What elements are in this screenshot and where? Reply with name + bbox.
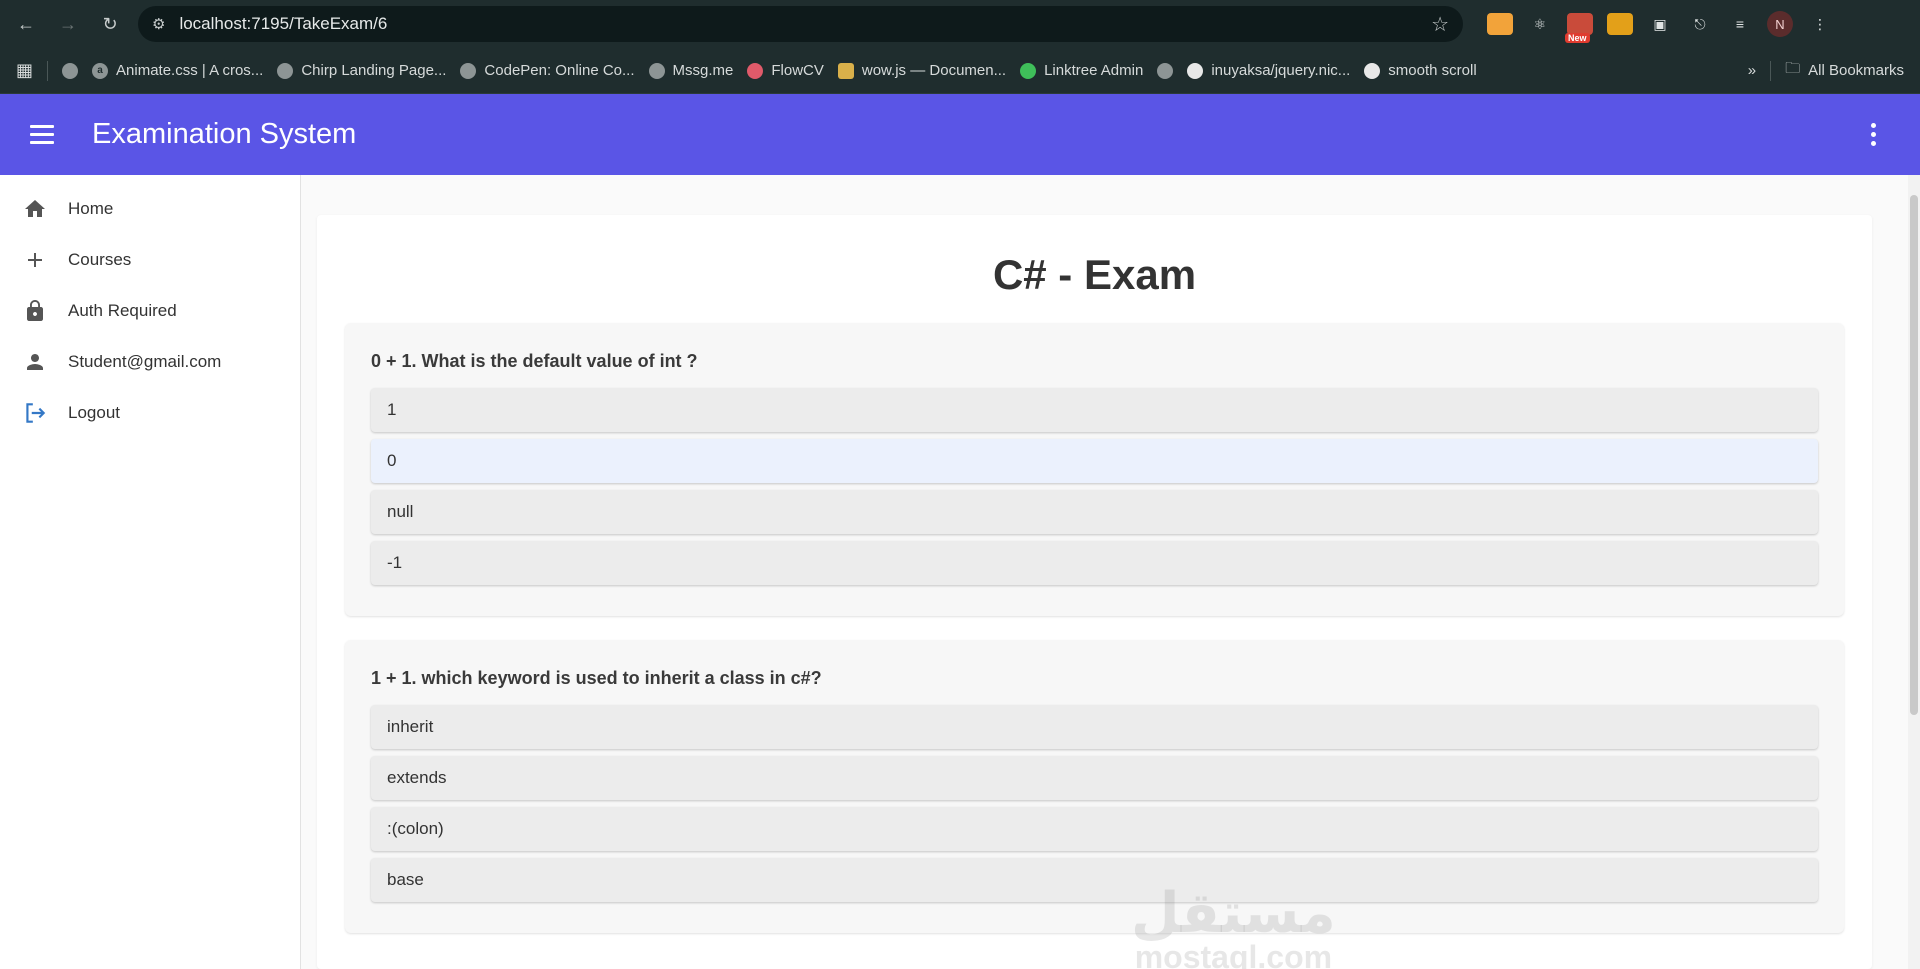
sidebar-item-label: Logout — [68, 402, 120, 422]
bookmark-star-icon[interactable]: ☆ — [1431, 12, 1449, 37]
folder-icon: 🗀 — [1785, 60, 1801, 77]
back-icon[interactable]: ← — [12, 10, 40, 38]
sidebar-item-courses[interactable]: Courses — [0, 234, 300, 285]
sidebar-item-label: Student@gmail.com — [68, 351, 222, 371]
bookmark-item[interactable]: CodePen: Online Co... — [460, 62, 635, 79]
answer-option-selected[interactable]: 0 — [371, 439, 1818, 483]
extension-new-icon[interactable]: New — [1565, 13, 1593, 43]
bookmark-favicon — [277, 62, 294, 79]
main-panel: C# - Exam 0 + 1. What is the default val… — [301, 175, 1920, 969]
answer-option[interactable]: -1 — [371, 541, 1818, 585]
scrollbar-thumb[interactable] — [1910, 195, 1918, 715]
plus-icon — [22, 247, 48, 273]
exam-container: C# - Exam 0 + 1. What is the default val… — [317, 215, 1872, 969]
extensions-puzzle-icon[interactable]: ⎋ — [1687, 13, 1713, 35]
logout-icon — [22, 400, 48, 426]
question-card: 1 + 1. which keyword is used to inherit … — [345, 640, 1844, 933]
browser-toolbar: ← → ↻ ⚙ localhost:7195/TakeExam/6 ☆ ⚛ Ne… — [0, 0, 1920, 48]
answer-option[interactable]: null — [371, 490, 1818, 534]
bookmark-item[interactable]: wow.js — Documen... — [837, 62, 1006, 79]
home-icon — [22, 196, 48, 222]
answer-option[interactable]: 1 — [371, 388, 1818, 432]
new-badge: New — [1565, 33, 1590, 43]
answer-option[interactable]: base — [371, 858, 1818, 902]
github-icon — [1187, 62, 1204, 79]
sidebar-item-label: Home — [68, 198, 114, 218]
reload-icon[interactable]: ↻ — [96, 10, 124, 38]
bookmark-favicon — [460, 62, 477, 79]
extension-color-icon[interactable] — [1487, 13, 1513, 35]
question-text: 0 + 1. What is the default value of int … — [371, 351, 698, 371]
apps-grid-icon[interactable]: ▦ — [16, 60, 33, 81]
extensions-row: ⚛ New ▣ ⎋ ≡ N ⋮ — [1487, 11, 1833, 43]
bookmark-item[interactable]: FlowCV — [747, 62, 824, 79]
address-bar[interactable]: ⚙ localhost:7195/TakeExam/6 ☆ — [138, 6, 1463, 42]
bookmark-favicon — [1020, 62, 1037, 79]
lock-icon — [22, 298, 48, 324]
bookmark-item[interactable]: smooth scroll — [1364, 62, 1477, 79]
globe-icon[interactable] — [1157, 62, 1174, 79]
bookmark-item[interactable]: Chirp Landing Page... — [277, 62, 446, 79]
more-options-icon[interactable] — [1871, 123, 1876, 146]
bookmark-item[interactable]: a Animate.css | A cros... — [92, 62, 263, 79]
sidebar-item-account[interactable]: Student@gmail.com — [0, 336, 300, 387]
bookmark-item[interactable]: Linktree Admin — [1020, 62, 1143, 79]
site-settings-icon[interactable]: ⚙ — [152, 15, 165, 33]
profile-avatar[interactable]: N — [1767, 11, 1793, 37]
person-icon — [22, 349, 48, 375]
app-bar: Examination System — [0, 94, 1920, 175]
sidebar-item-label: Auth Required — [68, 300, 177, 320]
react-devtools-icon[interactable]: ⚛ — [1527, 13, 1553, 35]
bookmarks-divider — [1770, 60, 1772, 81]
menu-icon[interactable] — [30, 125, 58, 144]
all-bookmarks-button[interactable]: 🗀 All Bookmarks — [1785, 58, 1904, 83]
bookmarks-divider — [47, 60, 49, 81]
bookmark-favicon — [747, 62, 764, 79]
forward-icon[interactable]: → — [54, 10, 82, 38]
sidebar-item-home[interactable]: Home — [0, 183, 300, 234]
sidebar-item-logout[interactable]: Logout — [0, 387, 300, 438]
bookmark-favicon — [648, 62, 665, 79]
sidebar-item-label: Courses — [68, 249, 132, 269]
reading-list-icon[interactable]: ≡ — [1727, 13, 1753, 35]
app-title: Examination System — [92, 118, 357, 150]
answer-option[interactable]: inherit — [371, 705, 1818, 749]
answer-option[interactable]: extends — [371, 756, 1818, 800]
extension-folder-icon[interactable] — [1607, 13, 1633, 35]
url-text[interactable]: localhost:7195/TakeExam/6 — [179, 14, 1417, 34]
page-content: Home Courses Auth Required Student@gmail… — [0, 175, 1920, 969]
answer-option[interactable]: :(colon) — [371, 807, 1818, 851]
page-title: C# - Exam — [992, 251, 1197, 298]
question-text: 1 + 1. which keyword is used to inherit … — [371, 668, 822, 688]
bookmark-item[interactable]: Mssg.me — [648, 62, 733, 79]
page-scrollbar[interactable] — [1908, 175, 1920, 969]
question-card: 0 + 1. What is the default value of int … — [345, 323, 1844, 616]
sidebar: Home Courses Auth Required Student@gmail… — [0, 175, 301, 969]
extension-doc-icon[interactable]: ▣ — [1647, 13, 1673, 35]
sidebar-item-auth-required[interactable]: Auth Required — [0, 285, 300, 336]
bookmark-favicon: a — [92, 62, 109, 79]
github-icon — [1364, 62, 1381, 79]
bookmarks-bar: ▦ a Animate.css | A cros... Chirp Landing… — [0, 48, 1920, 94]
browser-menu-icon[interactable]: ⋮ — [1807, 13, 1833, 35]
bookmark-favicon — [837, 62, 854, 79]
more-bookmarks-icon[interactable]: » — [1748, 62, 1756, 79]
globe-icon[interactable] — [62, 62, 79, 79]
bookmark-item[interactable]: inuyaksa/jquery.nic... — [1187, 62, 1350, 79]
